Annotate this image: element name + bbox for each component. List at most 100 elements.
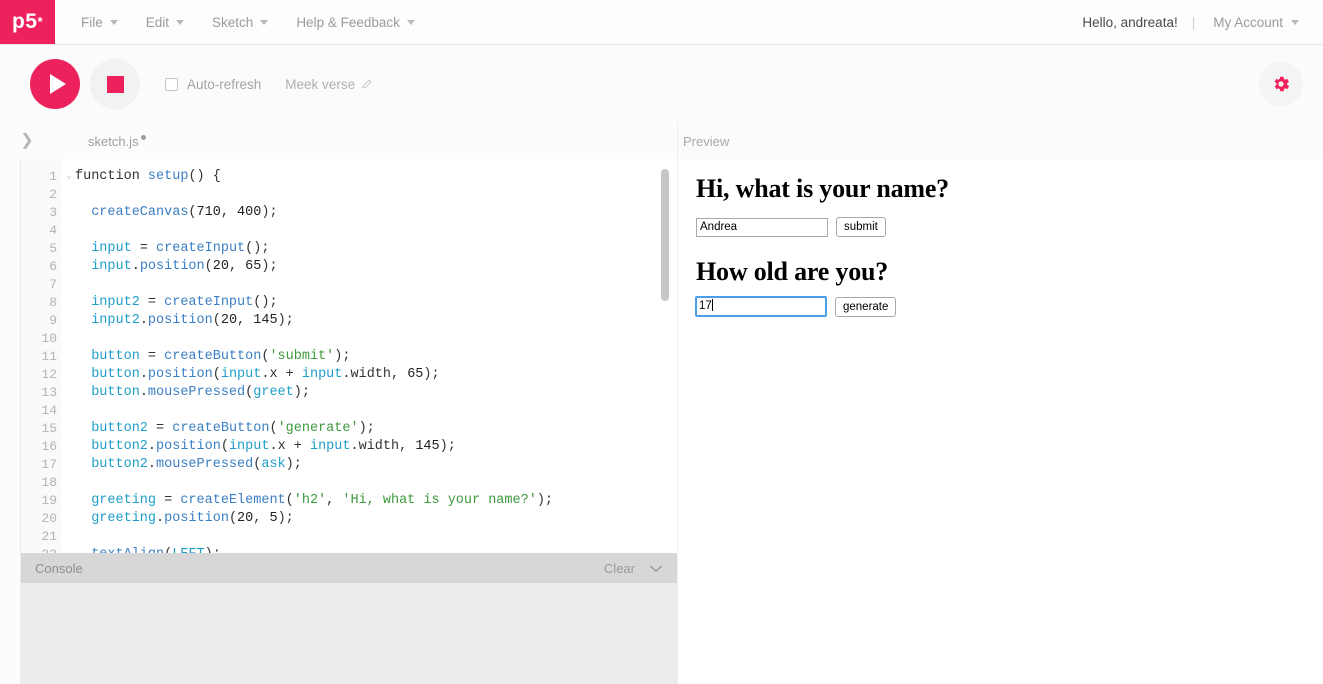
menu-sketch[interactable]: Sketch: [198, 0, 282, 44]
code-token: 20: [237, 511, 254, 526]
auto-refresh-toggle[interactable]: Auto-refresh: [165, 77, 261, 92]
my-account-label: My Account: [1213, 14, 1283, 30]
editor-scrollbar[interactable]: [661, 167, 669, 561]
sketch-name-field[interactable]: Meek verse: [285, 77, 373, 92]
code-line: greeting = createElement('h2', 'Hi, what…: [75, 492, 677, 510]
auto-refresh-checkbox[interactable]: [165, 77, 178, 91]
preview-name-input[interactable]: Andrea: [696, 217, 828, 237]
top-navigation-bar: p5 * File Edit Sketch Help & Feedback Hel…: [0, 0, 1323, 45]
code-token: createButton: [164, 349, 262, 364]
menu-file[interactable]: File: [67, 0, 132, 44]
code-line: greeting.position(20, 5);: [75, 510, 677, 528]
preview-age-row: 17 generate: [695, 296, 897, 317]
stop-icon: [106, 75, 124, 93]
settings-button[interactable]: [1259, 62, 1303, 106]
preview-name-input-value: Andrea: [700, 220, 738, 233]
code-token: 20: [220, 313, 238, 328]
chevron-right-icon[interactable]: ❯: [16, 133, 38, 149]
line-number: 19: [41, 493, 57, 508]
line-number: 7: [49, 277, 57, 292]
code-token: button: [91, 367, 140, 382]
code-token: (: [204, 259, 213, 274]
line-number: 18: [41, 475, 57, 490]
nav-right-group: Hello, andreata! | My Account: [1068, 0, 1323, 44]
code-token: );: [334, 349, 351, 364]
code-token: .: [139, 367, 148, 382]
code-line: function setup() {: [75, 168, 677, 186]
code-token: (: [285, 493, 294, 508]
stop-button[interactable]: [90, 59, 140, 109]
file-tab-label: sketch.js: [88, 133, 139, 149]
file-tab-sketch-js[interactable]: sketch.js: [88, 134, 146, 149]
code-token: 'h2': [293, 493, 327, 508]
line-number: 3: [49, 205, 57, 220]
code-token: createCanvas: [91, 205, 189, 220]
code-token: =: [147, 421, 173, 436]
code-line: button2.position(input.x + input.width, …: [75, 438, 677, 456]
preview-name-row: Andrea submit: [696, 217, 886, 237]
menu-file-label: File: [81, 14, 103, 30]
logo-text: p5: [11, 10, 38, 33]
code-token: (: [212, 313, 221, 328]
code-token: input2: [91, 295, 140, 310]
code-token: .: [147, 439, 157, 454]
chevron-down-icon: [260, 19, 269, 25]
menu-help-feedback[interactable]: Help & Feedback: [282, 0, 429, 44]
console-clear-button[interactable]: Clear: [604, 561, 635, 576]
editor-pane: ❯ sketch.js 1 ⌄ 2 3 4 5 6 7 8 9 10 11 12 13 14 15 16 17 18…: [0, 123, 678, 684]
code-token: position: [156, 439, 221, 454]
p5-logo[interactable]: p5 *: [0, 0, 55, 44]
code-token: button2: [91, 457, 148, 472]
code-token: );: [277, 313, 294, 328]
code-token: =: [131, 241, 157, 256]
code-token: .: [139, 313, 148, 328]
line-number: 12: [41, 367, 57, 382]
gear-icon: [1274, 76, 1290, 92]
code-token: );: [423, 367, 440, 382]
code-line: button.mousePressed(greet);: [75, 384, 677, 402]
console-panel: Console Clear: [20, 553, 677, 684]
code-fold-icon[interactable]: ⌄: [66, 168, 72, 186]
code-token: .: [156, 511, 165, 526]
preview-generate-button[interactable]: generate: [835, 296, 897, 317]
sketch-name-label: Meek verse: [285, 76, 356, 92]
code-line: input = createInput();: [75, 240, 677, 258]
chevron-down-icon: [406, 19, 415, 25]
editor-scrollbar-thumb[interactable]: [661, 169, 669, 301]
line-number: 5: [49, 241, 57, 256]
code-token: ,: [326, 493, 343, 508]
my-account-menu[interactable]: My Account: [1195, 15, 1305, 30]
preview-canvas[interactable]: Hi, what is your name? Andrea submit How…: [678, 159, 1323, 684]
code-token: input: [228, 439, 270, 454]
code-token: ,: [253, 511, 270, 526]
code-token: =: [139, 349, 165, 364]
preview-age-input[interactable]: 17: [695, 296, 827, 317]
code-token: setup: [147, 169, 189, 184]
preview-heading-age: How old are you?: [696, 257, 889, 286]
menu-edit[interactable]: Edit: [132, 0, 198, 44]
code-line: button2.mousePressed(ask);: [75, 456, 677, 474]
menu-bar: File Edit Sketch Help & Feedback: [55, 0, 429, 44]
preview-heading-name: Hi, what is your name?: [696, 174, 949, 203]
code-token: 'generate': [277, 421, 359, 436]
code-token: position: [139, 259, 205, 274]
line-number: 21: [41, 529, 57, 544]
preview-submit-button[interactable]: submit: [836, 217, 886, 237]
code-token: );: [277, 511, 294, 526]
play-button[interactable]: [30, 59, 80, 109]
chevron-down-icon[interactable]: [649, 564, 663, 573]
code-line: input2.position(20, 145);: [75, 312, 677, 330]
menu-help-feedback-label: Help & Feedback: [296, 14, 400, 30]
code-token: greet: [253, 385, 294, 400]
line-number: 15: [41, 421, 57, 436]
code-token: .x +: [269, 439, 310, 454]
line-number: 20: [41, 511, 57, 526]
code-token: input: [301, 367, 343, 382]
code-token: button: [91, 385, 140, 400]
